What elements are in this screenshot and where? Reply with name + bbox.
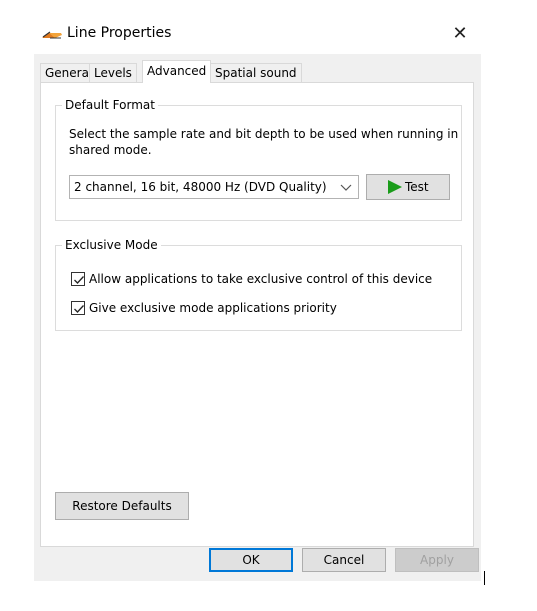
tab-advanced[interactable]: Advanced	[142, 60, 212, 83]
exclusive-priority-label: Give exclusive mode applications priorit…	[89, 301, 337, 315]
default-format-legend: Default Format	[62, 98, 158, 112]
exclusive-mode-legend: Exclusive Mode	[62, 238, 161, 252]
tab-levels[interactable]: Levels	[89, 63, 137, 82]
checkmark-icon	[74, 305, 84, 313]
play-icon	[387, 180, 403, 194]
tab-spatial-sound[interactable]: Spatial sound	[210, 63, 302, 82]
default-format-select[interactable]: 2 channel, 16 bit, 48000 Hz (DVD Quality…	[69, 175, 359, 199]
tab-strip: General Levels Advanced Spatial sound	[40, 60, 470, 83]
restore-defaults-button[interactable]: Restore Defaults	[55, 492, 189, 520]
test-button-label: Test	[405, 180, 429, 194]
window-title: Line Properties	[67, 25, 172, 41]
checkmark-icon	[74, 276, 84, 284]
default-format-description: Select the sample rate and bit depth to …	[69, 127, 459, 157]
test-button[interactable]: Test	[366, 174, 450, 200]
default-format-group: Default Format Select the sample rate an…	[55, 98, 462, 221]
cancel-button[interactable]: Cancel	[302, 548, 386, 572]
close-icon: ✕	[452, 23, 468, 44]
apply-button[interactable]: Apply	[395, 548, 479, 572]
exclusive-priority-checkbox[interactable]	[71, 301, 85, 315]
text-cursor	[484, 571, 485, 585]
advanced-panel: Default Format Select the sample rate an…	[40, 82, 474, 547]
speaker-line-icon	[41, 29, 63, 41]
allow-exclusive-control-checkbox[interactable]	[71, 272, 85, 286]
close-button[interactable]: ✕	[445, 20, 475, 48]
allow-exclusive-control-label: Allow applications to take exclusive con…	[89, 272, 433, 286]
exclusive-mode-group: Exclusive Mode Allow applications to tak…	[55, 238, 462, 331]
line-properties-dialog: Line Properties ✕ General Levels Advance…	[34, 14, 481, 581]
chevron-down-icon	[340, 181, 352, 193]
ok-button[interactable]: OK	[209, 548, 293, 572]
title-bar[interactable]: Line Properties ✕	[34, 14, 481, 54]
default-format-select-value: 2 channel, 16 bit, 48000 Hz (DVD Quality…	[74, 180, 327, 194]
